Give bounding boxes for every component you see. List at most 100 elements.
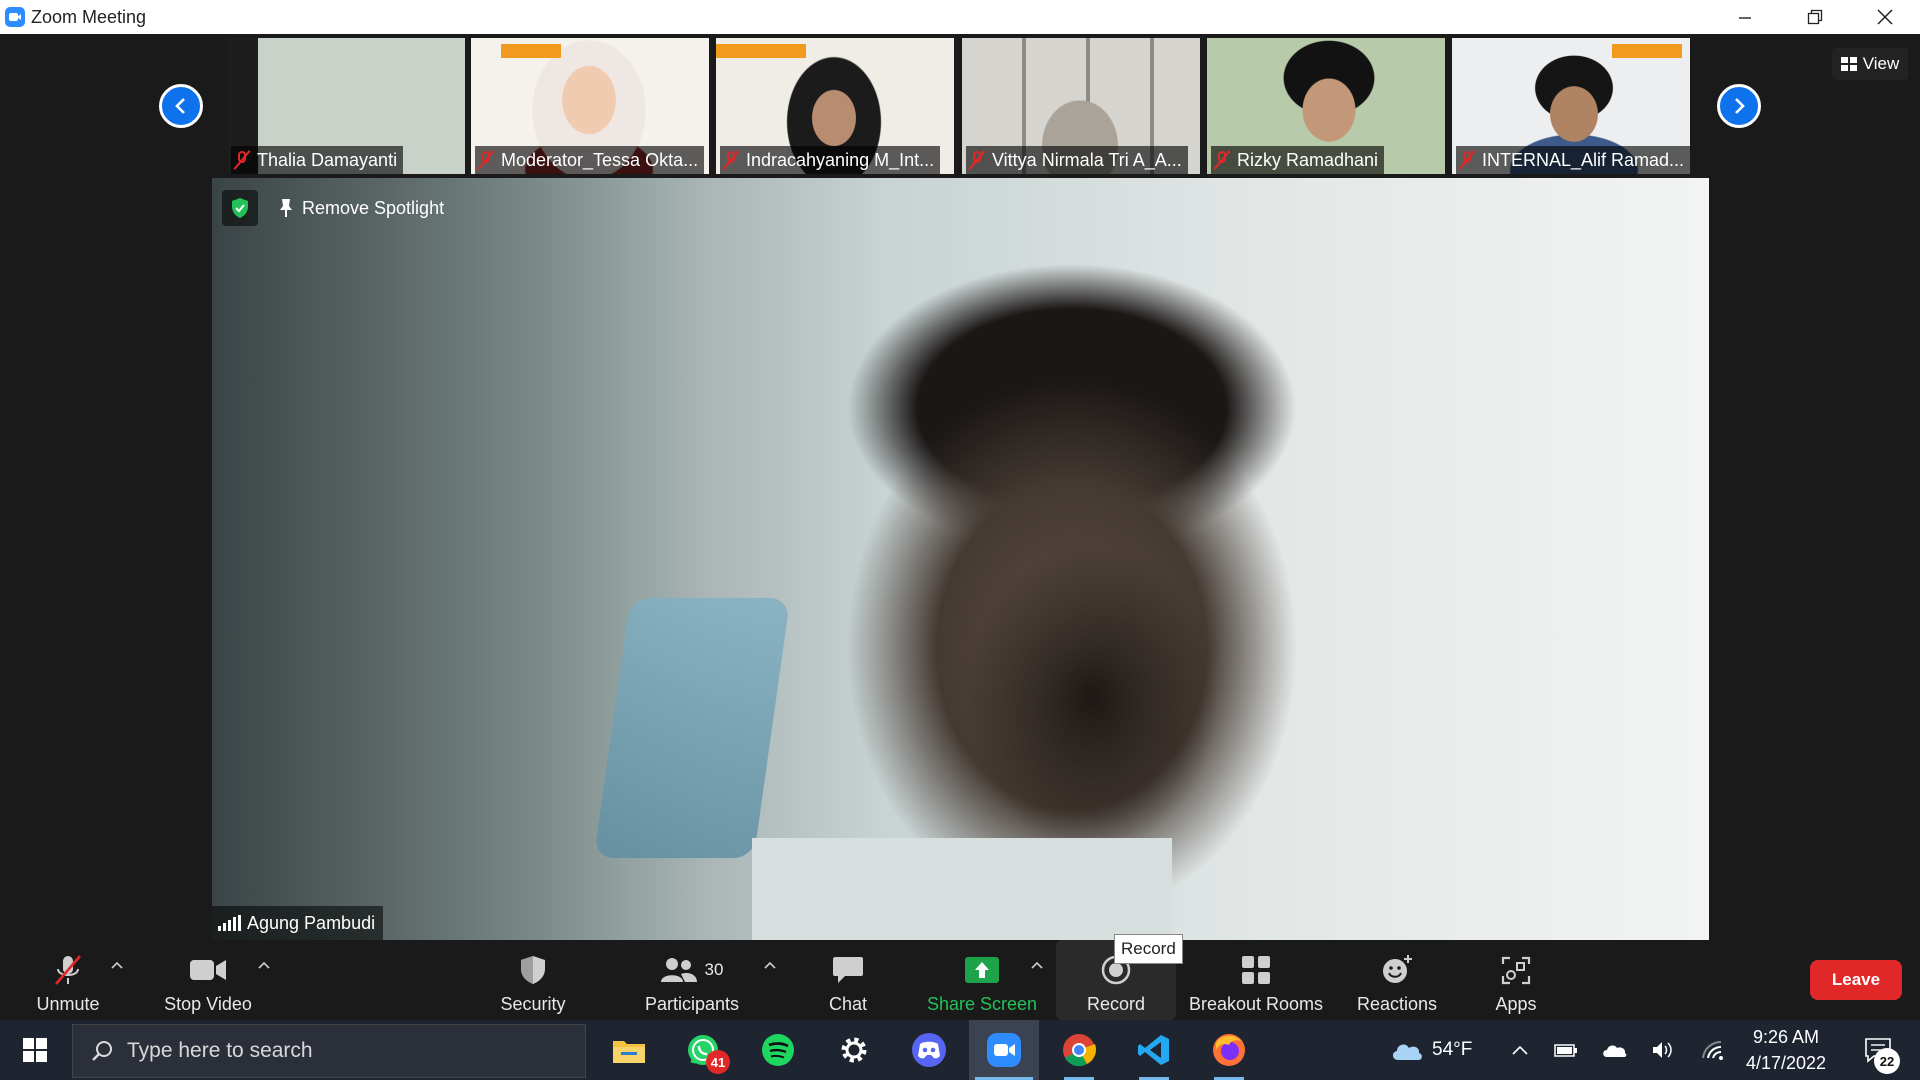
zoom-app-icon: [5, 7, 25, 27]
reactions-button[interactable]: Reactions: [1350, 940, 1444, 1020]
start-button[interactable]: [0, 1020, 70, 1080]
close-icon: [1877, 9, 1893, 25]
participant-name-tag: INTERNAL_Alif Ramad...: [1456, 146, 1690, 174]
minimize-button[interactable]: [1710, 0, 1780, 34]
restore-button[interactable]: [1780, 0, 1850, 34]
participants-button[interactable]: 30 Participants: [638, 940, 746, 1020]
speaker-name: Agung Pambudi: [247, 912, 376, 933]
zoom-icon: [987, 1033, 1021, 1067]
taskbar-vscode[interactable]: [1119, 1020, 1189, 1080]
taskbar-whatsapp[interactable]: 41: [668, 1020, 738, 1080]
active-speaker-video: [212, 178, 1709, 940]
speaker-name-tag: Agung Pambudi: [212, 906, 384, 940]
action-center-button[interactable]: 22: [1848, 1020, 1908, 1080]
show-hidden-icons-button[interactable]: [1502, 1020, 1538, 1080]
notification-count-badge: 22: [1874, 1048, 1900, 1074]
chevron-left-icon: [175, 98, 185, 114]
muted-microphone-icon: [55, 955, 81, 985]
chevron-up-icon: [1031, 961, 1043, 969]
taskbar-discord[interactable]: [894, 1020, 964, 1080]
share-screen-icon: [965, 957, 999, 983]
clock-time: 9:26 AM: [1752, 1027, 1820, 1047]
record-label: Record: [1086, 994, 1146, 1014]
unmute-button[interactable]: Unmute: [28, 940, 108, 1020]
taskbar-firefox[interactable]: [1194, 1020, 1264, 1080]
taskbar-settings[interactable]: [819, 1020, 889, 1080]
audio-options-caret[interactable]: [110, 958, 124, 972]
chat-button[interactable]: Chat: [808, 940, 888, 1020]
weather-widget[interactable]: 54°F: [1390, 1020, 1472, 1080]
stop-video-button[interactable]: Stop Video: [156, 940, 260, 1020]
encryption-shield-icon[interactable]: [222, 190, 258, 226]
share-screen-button[interactable]: Share Screen: [920, 940, 1044, 1020]
participants-options-caret[interactable]: [763, 958, 777, 972]
spotify-icon: [762, 1034, 794, 1066]
folder-icon: [613, 1041, 645, 1063]
taskbar-chrome[interactable]: [1044, 1020, 1114, 1080]
tray-volume[interactable]: [1645, 1020, 1681, 1080]
taskbar-search-box[interactable]: Type here to search: [72, 1024, 586, 1078]
breakout-rooms-label: Breakout Rooms: [1188, 994, 1324, 1014]
remove-spotlight-button[interactable]: Remove Spotlight: [272, 190, 450, 226]
speaker-volume-icon: [1653, 1042, 1672, 1058]
chrome-icon: [1063, 1034, 1096, 1067]
muted-mic-icon: [479, 150, 493, 170]
remove-spotlight-label: Remove Spotlight: [302, 197, 445, 218]
participants-count: 30: [704, 960, 724, 979]
unmute-label: Unmute: [36, 994, 100, 1014]
participant-tile[interactable]: Moderator_Tessa Okta...: [471, 38, 709, 174]
meeting-area: View Thalia Damayanti Moderator_Tessa Ok…: [0, 34, 1920, 940]
tray-network[interactable]: [1695, 1020, 1731, 1080]
gallery-prev-button[interactable]: [159, 84, 203, 128]
signal-strength-icon: [218, 915, 241, 931]
participant-tile[interactable]: Thalia Damayanti: [227, 38, 465, 174]
chevron-up-icon: [1512, 1045, 1528, 1055]
title-bar: Zoom Meeting: [0, 0, 1920, 34]
windows-taskbar: Type here to search 41 54°F 9:26 AM 4/17…: [0, 1020, 1920, 1080]
discord-icon: [912, 1033, 946, 1067]
gear-icon: [841, 1037, 867, 1063]
vscode-icon: [1138, 1035, 1169, 1065]
reactions-label: Reactions: [1356, 994, 1438, 1014]
muted-mic-icon: [1215, 150, 1229, 170]
security-button[interactable]: Security: [494, 940, 572, 1020]
participant-name-tag: Moderator_Tessa Okta...: [475, 146, 705, 174]
weather-temperature: 54°F: [1432, 1039, 1473, 1060]
participant-tile[interactable]: INTERNAL_Alif Ramad...: [1452, 38, 1690, 174]
participant-name-tag: Vittya Nirmala Tri A_A...: [966, 146, 1188, 174]
view-button[interactable]: View: [1832, 48, 1908, 80]
tray-onedrive[interactable]: [1596, 1020, 1632, 1080]
breakout-rooms-button[interactable]: Breakout Rooms: [1186, 940, 1326, 1020]
participant-tile[interactable]: Vittya Nirmala Tri A_A...: [962, 38, 1200, 174]
participant-tile[interactable]: Rizky Ramadhani: [1207, 38, 1445, 174]
share-screen-label: Share Screen: [926, 994, 1038, 1014]
gallery-next-button[interactable]: [1717, 84, 1761, 128]
muted-mic-icon: [1460, 150, 1474, 170]
participant-name-tag: Indracahyaning M_Int...: [720, 146, 941, 174]
video-options-caret[interactable]: [257, 958, 271, 972]
muted-mic-icon: [235, 150, 249, 170]
chat-label: Chat: [828, 994, 868, 1014]
reactions-smiley-icon: [1383, 955, 1412, 983]
chevron-right-icon: [1735, 98, 1745, 114]
tray-battery[interactable]: [1548, 1020, 1584, 1080]
chevron-up-icon: [258, 961, 270, 969]
muted-mic-icon: [970, 150, 984, 170]
cloud-icon: [1392, 1044, 1422, 1060]
taskbar-file-explorer[interactable]: [594, 1020, 664, 1080]
close-button[interactable]: [1850, 0, 1920, 34]
participant-tile[interactable]: Indracahyaning M_Int...: [716, 38, 954, 174]
grid-view-icon: [1840, 57, 1857, 71]
taskbar-spotify[interactable]: [743, 1020, 813, 1080]
video-camera-icon: [190, 960, 226, 980]
firefox-icon: [1213, 1034, 1245, 1066]
leave-button[interactable]: Leave: [1810, 960, 1902, 1000]
taskbar-clock[interactable]: 9:26 AM 4/17/2022: [1730, 1024, 1842, 1076]
apps-button[interactable]: Apps: [1480, 940, 1552, 1020]
security-label: Security: [500, 994, 566, 1014]
taskbar-zoom[interactable]: [969, 1020, 1039, 1080]
record-tooltip: Record: [1114, 934, 1183, 964]
restore-icon: [1807, 9, 1823, 25]
share-options-caret[interactable]: [1030, 958, 1044, 972]
whatsapp-unread-badge: 41: [706, 1050, 730, 1074]
